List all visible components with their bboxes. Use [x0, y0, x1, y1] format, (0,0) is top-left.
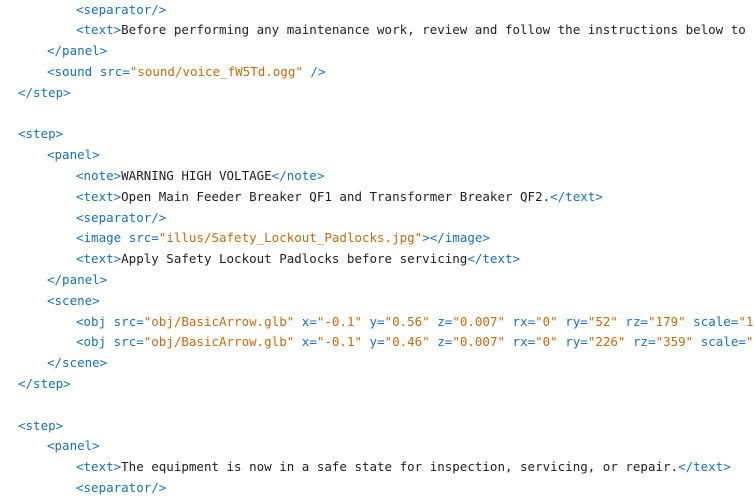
xml-attribute-value: "0.46" [384, 334, 430, 350]
code-line[interactable]: </panel> [47, 270, 107, 290]
xml-tag: <text> [76, 251, 122, 267]
xml-attribute-name: rz= [625, 334, 656, 350]
xml-tag: <note> [76, 167, 122, 183]
code-line[interactable]: <panel> [47, 436, 100, 456]
code-line[interactable]: <scene> [47, 291, 100, 311]
xml-attribute-name: src= [113, 334, 144, 350]
xml-attribute-name: y= [362, 313, 385, 329]
code-line[interactable]: <step> [18, 416, 63, 436]
code-line[interactable]: </scene> [47, 353, 107, 373]
xml-tag: <step> [18, 417, 64, 433]
code-line[interactable]: <step> [18, 124, 63, 144]
xml-attribute-name: src= [99, 63, 130, 79]
xml-attribute-value: "0" [535, 334, 558, 350]
xml-tag: <panel> [47, 438, 100, 454]
xml-text-content: The equipment is now in a safe state for… [121, 459, 679, 475]
xml-tag: </panel> [47, 271, 108, 287]
code-line[interactable]: <image src="illus/Safety_Lockout_Padlock… [76, 228, 490, 248]
code-line[interactable]: <separator/> [76, 208, 166, 228]
xml-attribute-name: scale= [685, 313, 739, 329]
xml-tag: <obj [76, 334, 114, 350]
code-line[interactable]: </panel> [47, 41, 107, 61]
xml-attribute-name: scale= [693, 334, 746, 350]
xml-tag: <text> [76, 459, 122, 475]
xml-tag: <text> [76, 188, 122, 204]
xml-attribute-value: "obj/BasicArrow.glb" [143, 313, 295, 329]
xml-attribute-value: "0.007" [452, 334, 505, 350]
code-line[interactable]: </step> [18, 374, 71, 394]
code-line[interactable]: </step> [18, 83, 71, 103]
xml-tag: ></image> [422, 230, 490, 246]
xml-attribute-value: "obj/BasicArrow.glb" [143, 334, 295, 350]
xml-attribute-name: z= [429, 334, 453, 350]
xml-text-content: Apply Safety Lockout Padlocks before ser… [121, 251, 468, 267]
xml-attribute-name: ry= [557, 334, 588, 350]
xml-tag: <obj [76, 313, 114, 329]
xml-text-content: WARNING HIGH VOLTAGE [121, 167, 272, 183]
xml-tag: <scene> [47, 292, 100, 308]
xml-attribute-name: x= [294, 313, 317, 329]
code-line[interactable]: <separator/> [76, 0, 166, 20]
xml-attribute-value: "52" [587, 313, 618, 329]
xml-tag: <text> [76, 22, 122, 38]
xml-tag: </note> [271, 167, 325, 183]
xml-attribute-value: "illus/Safety_Lockout_Padlocks.jpg" [158, 230, 423, 246]
code-line[interactable]: <text>Before performing any maintenance … [76, 20, 754, 40]
xml-tag: </step> [18, 375, 71, 391]
xml-attribute-value: "-0.1" [316, 334, 362, 350]
xml-attribute-name: z= [429, 313, 453, 329]
xml-tag: /> [302, 63, 326, 79]
xml-attribute-name: rz= [617, 313, 649, 329]
xml-attribute-value: "1" [745, 334, 754, 350]
xml-tag: <sound [47, 63, 100, 79]
xml-tag: </text> [467, 251, 521, 267]
xml-attribute-value: "226" [587, 334, 626, 350]
xml-attribute-name: ry= [557, 313, 588, 329]
xml-attribute-value: "0.56" [384, 313, 430, 329]
xml-tag: <separator/> [76, 1, 167, 17]
code-line[interactable]: <panel> [47, 145, 100, 165]
xml-tag: <step> [18, 126, 64, 142]
xml-text-content: Before performing any maintenance work, … [121, 22, 754, 38]
xml-attribute-name: x= [294, 334, 317, 350]
xml-tag: </text> [550, 188, 603, 204]
code-editor[interactable]: <separator/> <text>Before performing any … [0, 0, 754, 501]
xml-attribute-value: "359" [655, 334, 694, 350]
xml-tag: </scene> [47, 355, 108, 371]
xml-attribute-name: y= [362, 334, 385, 350]
xml-attribute-name: rx= [505, 334, 536, 350]
xml-tag: <image [76, 230, 129, 246]
xml-text-content: Open Main Feeder Breaker QF1 and Transfo… [121, 188, 551, 204]
xml-attribute-value: "0" [535, 313, 558, 329]
xml-attribute-value: "-0.1" [316, 313, 362, 329]
code-line[interactable]: <note>WARNING HIGH VOLTAGE</note> [76, 166, 324, 186]
xml-tag: <separator/> [76, 209, 167, 225]
xml-attribute-value: "1" [738, 313, 754, 329]
code-line[interactable]: <text>The equipment is now in a safe sta… [76, 457, 731, 477]
xml-tag: <separator/> [76, 479, 167, 495]
code-line[interactable]: <separator/> [76, 478, 166, 498]
code-line[interactable]: <sound src="sound/voice_fW5Td.ogg" /> [47, 62, 325, 82]
xml-attribute-name: src= [113, 313, 144, 329]
code-line[interactable]: <obj src="obj/BasicArrow.glb" x="-0.1" y… [76, 312, 754, 332]
code-line[interactable]: <text>Open Main Feeder Breaker QF1 and T… [76, 187, 603, 207]
xml-attribute-value: "sound/voice_fW5Td.ogg" [129, 63, 303, 79]
xml-attribute-name: rx= [505, 313, 536, 329]
code-line[interactable]: <text>Apply Safety Lockout Padlocks befo… [76, 249, 520, 269]
xml-tag: </panel> [47, 43, 108, 59]
xml-attribute-value: "0.007" [452, 313, 505, 329]
code-line[interactable]: <obj src="obj/BasicArrow.glb" x="-0.1" y… [76, 332, 754, 352]
xml-tag: </step> [18, 84, 71, 100]
xml-attribute-name: src= [128, 230, 159, 246]
xml-attribute-value: "179" [648, 313, 686, 329]
xml-tag: <panel> [47, 147, 100, 163]
xml-tag: </text> [678, 459, 731, 475]
